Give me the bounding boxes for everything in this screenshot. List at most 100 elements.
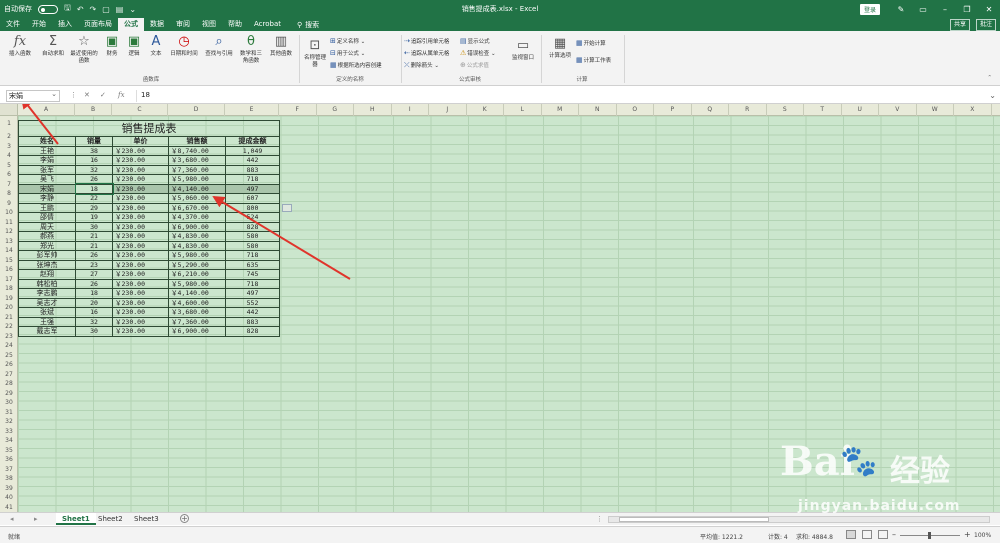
cell-name[interactable]: 张坤杰 [18, 259, 76, 270]
column-header[interactable]: C [112, 104, 168, 116]
cell-name[interactable]: 赵翔 [18, 269, 76, 280]
cell-name[interactable]: 李志鹏 [18, 288, 76, 299]
cell-name[interactable]: 吴飞 [18, 174, 76, 185]
login-button[interactable]: 登录 [859, 3, 880, 15]
column-header[interactable]: T [804, 104, 842, 116]
row-header[interactable]: 27 [0, 370, 18, 380]
cell-sales[interactable]: ￥5,980.00 [168, 250, 226, 261]
cell-price[interactable]: ￥230.00 [112, 183, 169, 194]
column-header[interactable]: W [917, 104, 954, 116]
column-header[interactable]: A [18, 104, 75, 116]
row-header[interactable]: 18 [0, 284, 18, 294]
cell-commission[interactable]: 883 [225, 316, 280, 327]
insert-function-fx-icon[interactable]: fx [118, 91, 125, 99]
name-box[interactable]: 宋娟 [6, 89, 60, 102]
header-sales[interactable]: 销售额 [168, 136, 226, 147]
cell-commission[interactable]: 800 [225, 202, 280, 213]
tab-view[interactable]: 视图 [196, 18, 222, 31]
column-header[interactable]: F [279, 104, 317, 116]
table-row[interactable]: 王艳 38 ￥230.00 ￥8,740.00 1,049 [18, 145, 280, 156]
cell-name[interactable]: 吴志才 [18, 297, 76, 308]
column-header[interactable]: M [542, 104, 579, 116]
next-sheet-icon[interactable]: ▸ [34, 515, 38, 523]
resize-grip-icon[interactable]: ⋮ [70, 91, 77, 99]
cell-price[interactable]: ￥230.00 [112, 278, 169, 289]
column-header[interactable]: I [392, 104, 429, 116]
cell-price[interactable]: ￥230.00 [112, 212, 169, 223]
row-header[interactable]: 8 [0, 189, 18, 199]
cell-commission[interactable]: 580 [225, 240, 280, 251]
cell-commission[interactable]: 524 [225, 212, 280, 223]
cell-price[interactable]: ￥230.00 [112, 269, 169, 280]
column-header[interactable]: E [225, 104, 279, 116]
table-row[interactable]: 邵倩 19 ￥230.00 ￥4,370.00 524 [18, 212, 280, 223]
row-header[interactable]: 11 [0, 218, 18, 228]
cell-sales[interactable]: ￥4,600.00 [168, 297, 226, 308]
cell-price[interactable]: ￥230.00 [112, 155, 169, 166]
cell-price[interactable]: ￥230.00 [112, 221, 169, 232]
cell-sales[interactable]: ￥5,290.00 [168, 259, 226, 270]
row-header[interactable]: 32 [0, 417, 18, 427]
cell-qty[interactable]: 20 [75, 297, 113, 308]
cell-name[interactable]: 张军 [18, 164, 76, 175]
column-header[interactable]: X [954, 104, 992, 116]
row-header[interactable]: 14 [0, 246, 18, 256]
row-header[interactable]: 40 [0, 493, 18, 503]
cell-qty[interactable]: 18 [75, 288, 113, 299]
sheet-tab-1[interactable]: Sheet1 [56, 513, 96, 525]
calculation-options-button[interactable]: ▦ 计算选项 [545, 37, 575, 60]
cell-commission[interactable]: 828 [225, 326, 280, 337]
table-row[interactable]: 郝燕 21 ￥230.00 ￥4,830.00 580 [18, 231, 280, 242]
zoom-slider-knob[interactable] [928, 532, 931, 539]
header-qty[interactable]: 销量 [75, 136, 113, 147]
tab-acrobat[interactable]: Acrobat [248, 18, 287, 31]
create-from-selection-button[interactable]: ▦根据所选内容创建 [330, 61, 382, 69]
tab-data[interactable]: 数据 [144, 18, 170, 31]
column-header[interactable]: J [429, 104, 467, 116]
cell-price[interactable]: ￥230.00 [112, 250, 169, 261]
row-header[interactable]: 17 [0, 275, 18, 285]
column-header[interactable]: D [168, 104, 225, 116]
cell-commission[interactable]: 442 [225, 307, 280, 318]
row-header[interactable]: 21 [0, 313, 18, 323]
cell-qty[interactable]: 21 [75, 231, 113, 242]
cell-sales[interactable]: ￥7,360.00 [168, 316, 226, 327]
column-header[interactable]: Q [692, 104, 729, 116]
header-price[interactable]: 单价 [112, 136, 169, 147]
recent-functions-button[interactable]: ☆ 最近使用的函数 [69, 35, 99, 65]
save-icon[interactable]: 🖫 [64, 2, 71, 16]
table-row[interactable]: 李娟 16 ￥230.00 ￥3,680.00 442 [18, 155, 280, 166]
column-header[interactable]: S [767, 104, 804, 116]
cell-sales[interactable]: ￥7,360.00 [168, 164, 226, 175]
cell-qty[interactable]: 32 [75, 164, 113, 175]
cell-sales[interactable]: ￥3,680.00 [168, 155, 226, 166]
cell-name[interactable]: 韩松柏 [18, 278, 76, 289]
cell-name[interactable]: 王艳 [18, 145, 76, 156]
cell-commission[interactable]: 635 [225, 259, 280, 270]
cell-name[interactable]: 王鹏 [18, 202, 76, 213]
cell-name[interactable]: 戴志军 [18, 326, 76, 337]
cell-qty[interactable]: 30 [75, 326, 113, 337]
row-header[interactable]: 20 [0, 303, 18, 313]
table-row[interactable]: 郑光 21 ￥230.00 ￥4,830.00 580 [18, 240, 280, 251]
cell-commission[interactable]: 497 [225, 288, 280, 299]
table-row[interactable]: 吴志才 20 ￥230.00 ￥4,600.00 552 [18, 297, 280, 308]
evaluate-formula-button[interactable]: ⊕公式求值 [460, 61, 489, 69]
tab-file[interactable]: 文件 [0, 18, 26, 31]
cell-sales[interactable]: ￥5,980.00 [168, 278, 226, 289]
row-header[interactable]: 6 [0, 170, 18, 180]
column-header[interactable]: B [75, 104, 112, 116]
row-header[interactable]: 37 [0, 465, 18, 475]
text-button[interactable]: A 文本 [147, 35, 165, 58]
scrollbar-thumb[interactable] [619, 517, 769, 522]
column-header[interactable]: U [842, 104, 879, 116]
trace-precedents-button[interactable]: ⇢追踪引用单元格 [404, 37, 449, 45]
more-functions-button[interactable]: ▥ 其他函数 [266, 35, 296, 58]
cell-commission[interactable]: 718 [225, 278, 280, 289]
cell-commission[interactable]: 552 [225, 297, 280, 308]
cell-sales[interactable]: ￥5,980.00 [168, 174, 226, 185]
row-header[interactable]: 25 [0, 351, 18, 361]
row-header[interactable]: 34 [0, 436, 18, 446]
cell-commission[interactable]: 828 [225, 221, 280, 232]
cell-name[interactable]: 宋娟 [18, 183, 76, 194]
